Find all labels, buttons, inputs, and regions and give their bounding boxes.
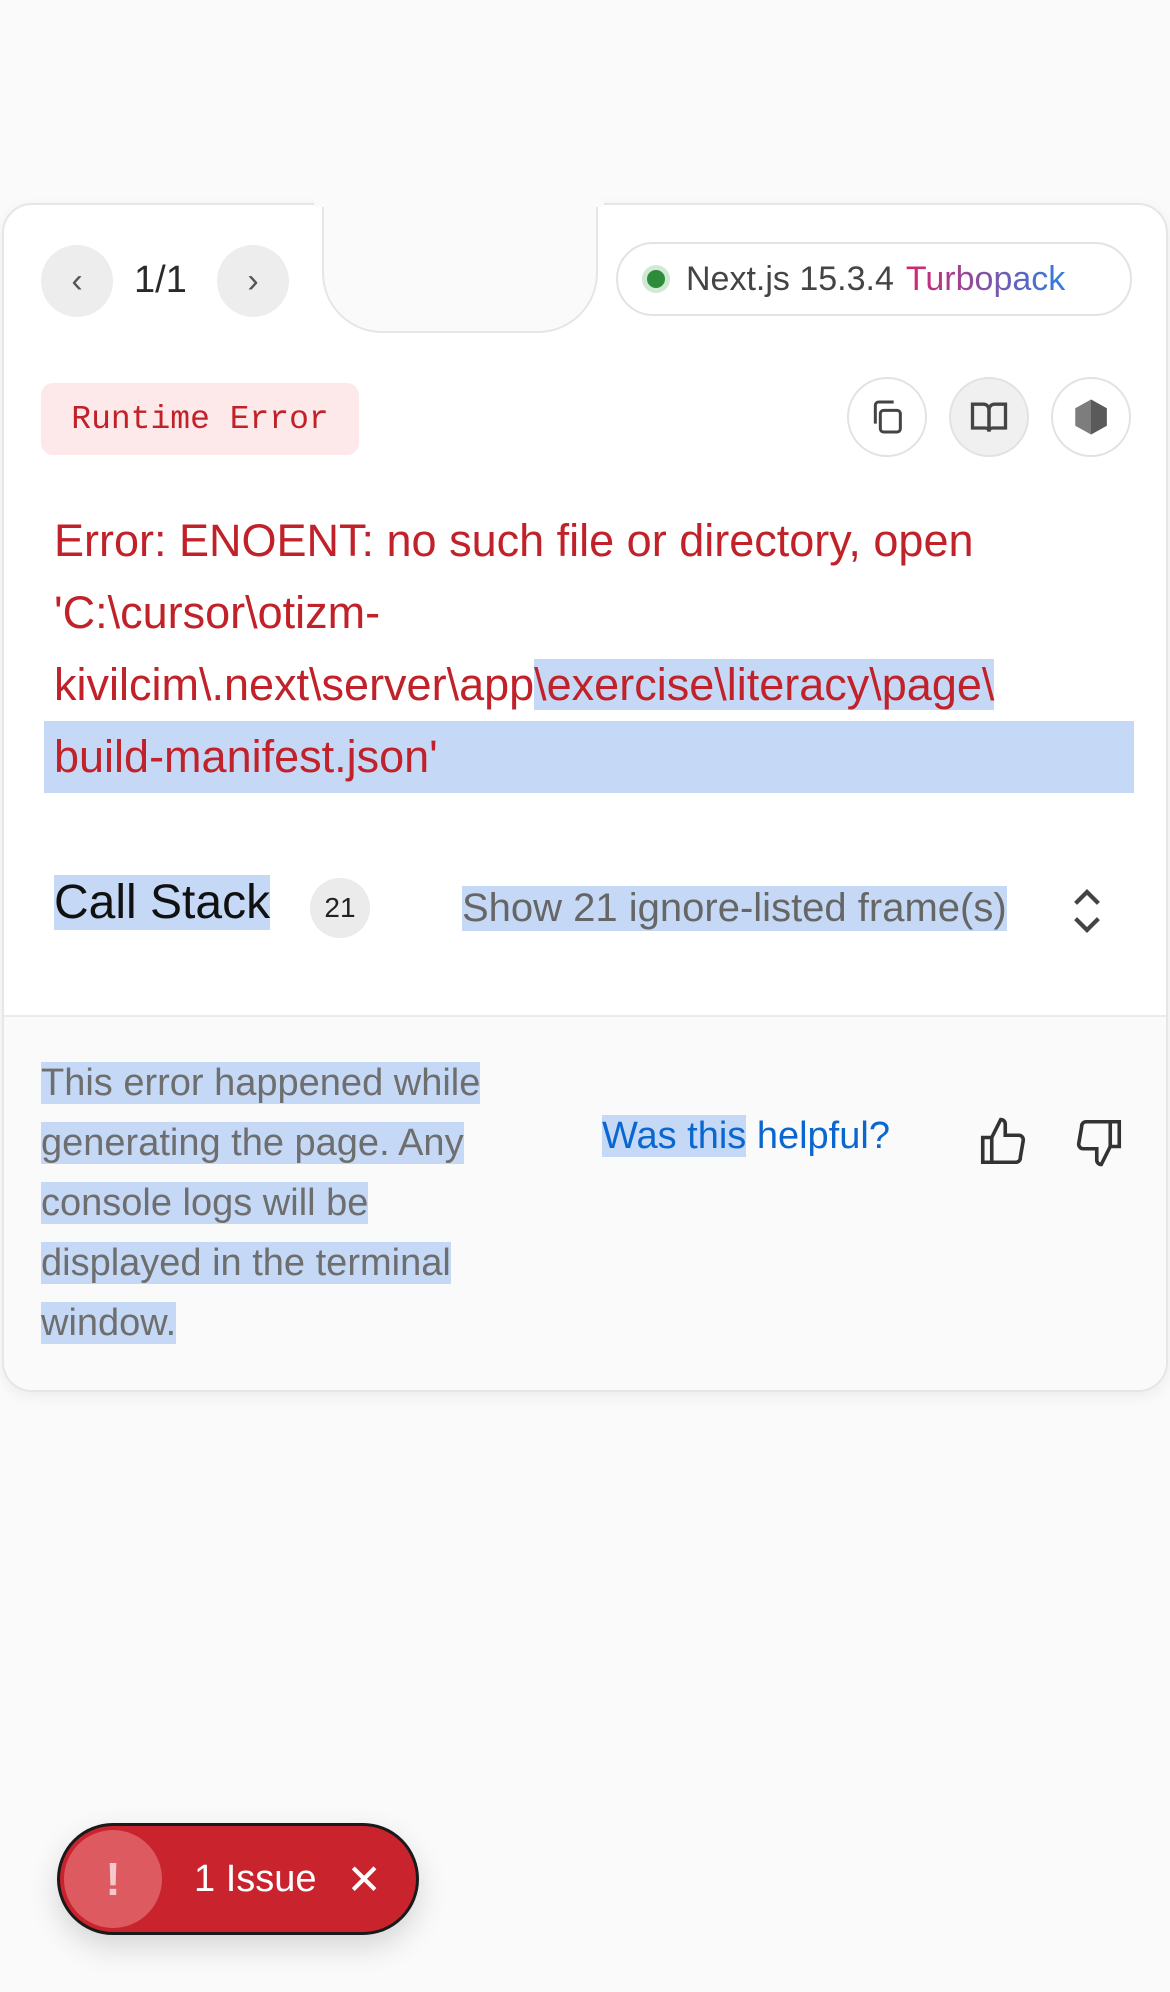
previous-error-button[interactable]: ‹ [41, 245, 113, 317]
error-message: Error: ENOENT: no such file or directory… [44, 505, 1134, 793]
thumbs-down-icon[interactable] [1072, 1115, 1126, 1169]
error-message-line: Error: ENOENT: no such file or directory… [54, 515, 974, 566]
copy-error-button[interactable] [847, 377, 927, 457]
copy-icon [873, 400, 902, 434]
docs-button[interactable] [949, 377, 1029, 457]
call-stack-title: Call Stack [54, 875, 271, 930]
show-ignored-frames-toggle[interactable]: Show 21 ignore-listed frame(s) [462, 886, 1007, 931]
close-icon[interactable]: ✕ [347, 1855, 382, 1904]
status-dot-icon [642, 265, 670, 293]
issue-count-label: 1 Issue [194, 1857, 317, 1900]
warning-icon: ! [64, 1830, 162, 1928]
error-pager-count: 1/1 [134, 259, 187, 301]
expand-collapse-icon[interactable] [1068, 881, 1106, 941]
dialog-tab-notch [322, 201, 598, 333]
thumbs-up-icon[interactable] [976, 1115, 1030, 1169]
issues-indicator-button[interactable]: ! 1 Issue ✕ [57, 1823, 419, 1935]
error-message-line: kivilcim\.next\server\app\exercise\liter… [54, 659, 995, 710]
chevron-right-icon: › [247, 261, 259, 300]
version-info[interactable]: Next.js 15.3.4 Turbopack [616, 242, 1132, 316]
bundler-label: Turbopack [905, 259, 1066, 298]
error-message-line: build-manifest.json' [44, 721, 1134, 793]
error-hint: This error happened while generating the… [41, 1062, 481, 1344]
feedback-prompt: Was this helpful? [602, 1115, 890, 1157]
error-dialog: ‹ 1/1 › Next.js 15.3.4 Turbopack Runtime… [2, 199, 1168, 1392]
error-message-line: 'C:\cursor\otizm- [54, 587, 381, 638]
call-stack-count: 21 [310, 878, 370, 938]
book-icon [970, 402, 1008, 432]
divider [4, 1015, 1166, 1017]
framework-version: Next.js 15.3.4 [686, 259, 894, 298]
nodejs-hexagon-icon [1075, 399, 1107, 435]
next-error-button[interactable]: › [217, 245, 289, 317]
chevron-left-icon: ‹ [71, 261, 83, 300]
node-inspector-button[interactable] [1051, 377, 1131, 457]
error-type-badge: Runtime Error [41, 383, 359, 455]
